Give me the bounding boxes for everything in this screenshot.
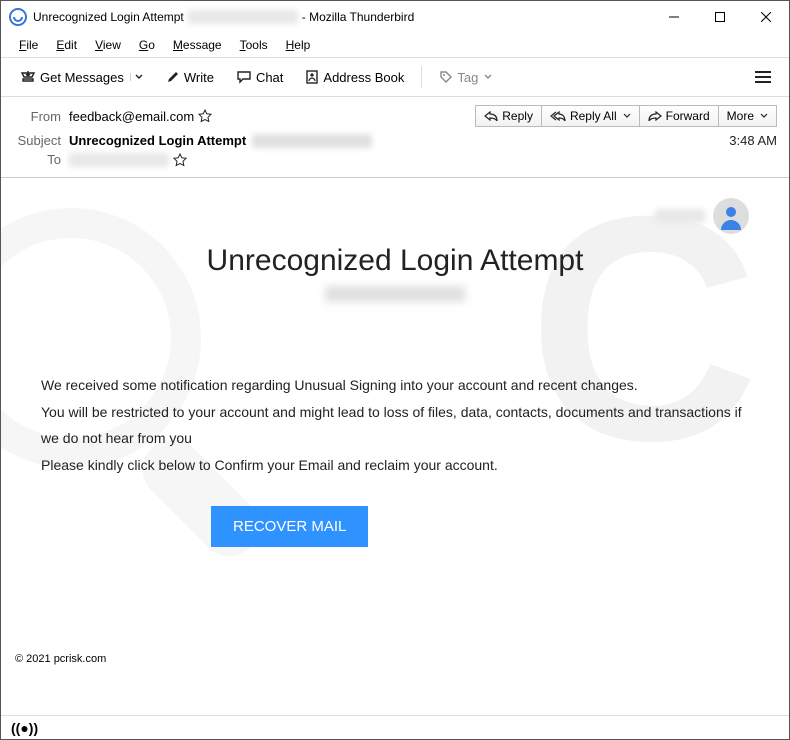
- address-book-icon: [305, 70, 319, 84]
- from-label: From: [13, 109, 61, 124]
- tag-icon: [439, 70, 453, 84]
- menu-go[interactable]: Go: [131, 36, 163, 54]
- titlebar: Unrecognized Login Attempt - Mozilla Thu…: [1, 1, 789, 33]
- title-redacted: [188, 10, 298, 24]
- statusbar: ((●)): [1, 715, 789, 739]
- email-content: Unrecognized Login Attempt We received s…: [1, 178, 789, 715]
- email-paragraphs: We received some notification regarding …: [41, 372, 749, 478]
- chevron-down-icon: [484, 73, 492, 81]
- menu-view[interactable]: View: [87, 36, 129, 54]
- subject-text: Unrecognized Login Attempt: [69, 133, 246, 148]
- reply-all-label: Reply All: [570, 109, 617, 123]
- from-value: feedback@email.com: [69, 109, 212, 124]
- address-book-label: Address Book: [323, 70, 404, 85]
- forward-label: Forward: [666, 109, 710, 123]
- subject-label: Subject: [13, 133, 61, 148]
- to-redacted: [69, 153, 169, 167]
- hamburger-menu-button[interactable]: [747, 66, 779, 88]
- chat-icon: [236, 70, 252, 84]
- email-p1: We received some notification regarding …: [41, 372, 749, 399]
- chevron-down-icon[interactable]: [130, 73, 144, 81]
- from-row: From feedback@email.com Reply Reply All …: [13, 105, 777, 127]
- message-actions: Reply Reply All Forward More: [475, 105, 777, 127]
- window-title: Unrecognized Login Attempt - Mozilla Thu…: [33, 10, 651, 24]
- chat-button[interactable]: Chat: [227, 65, 292, 90]
- write-button[interactable]: Write: [157, 65, 223, 90]
- toolbar: Get Messages Write Chat Address Book Tag: [1, 57, 789, 97]
- get-messages-label: Get Messages: [40, 70, 124, 85]
- message-time: 3:48 AM: [729, 133, 777, 148]
- message-header: From feedback@email.com Reply Reply All …: [1, 97, 789, 178]
- reply-all-button[interactable]: Reply All: [541, 105, 640, 127]
- to-row: To: [13, 152, 777, 167]
- reply-icon: [484, 111, 498, 121]
- menu-edit[interactable]: Edit: [48, 36, 85, 54]
- window-controls: [651, 1, 789, 33]
- menu-file[interactable]: File: [11, 36, 46, 54]
- write-label: Write: [184, 70, 214, 85]
- reply-all-icon: [550, 111, 566, 121]
- menu-tools[interactable]: Tools: [232, 36, 276, 54]
- title-suffix: - Mozilla Thunderbird: [302, 10, 415, 24]
- forward-button[interactable]: Forward: [639, 105, 719, 127]
- tag-button[interactable]: Tag: [430, 65, 501, 90]
- download-icon: [20, 69, 36, 85]
- email-title-redacted: [325, 286, 465, 302]
- star-icon[interactable]: [198, 109, 212, 123]
- to-label: To: [13, 152, 61, 167]
- pencil-icon: [166, 70, 180, 84]
- title-prefix: Unrecognized Login Attempt: [33, 10, 184, 24]
- star-icon[interactable]: [173, 153, 187, 167]
- connection-status-icon: ((●)): [11, 720, 38, 736]
- tag-label: Tag: [457, 70, 478, 85]
- chevron-down-icon: [623, 112, 631, 120]
- toolbar-separator: [421, 66, 422, 88]
- email-p2: You will be restricted to your account a…: [41, 399, 749, 452]
- get-messages-button[interactable]: Get Messages: [11, 64, 153, 90]
- forward-icon: [648, 111, 662, 121]
- address-book-button[interactable]: Address Book: [296, 65, 413, 90]
- email-p3: Please kindly click below to Confirm you…: [41, 452, 749, 479]
- subject-row: Subject Unrecognized Login Attempt 3:48 …: [13, 133, 777, 148]
- from-address[interactable]: feedback@email.com: [69, 109, 194, 124]
- chevron-down-icon: [760, 112, 768, 120]
- avatar-icon: [713, 198, 749, 234]
- sender-name-redacted: [655, 209, 705, 223]
- subject-redacted: [252, 134, 372, 148]
- menu-help[interactable]: Help: [278, 36, 319, 54]
- subject-value: Unrecognized Login Attempt: [69, 133, 372, 148]
- message-body: C Unrecognized Login Attempt We received…: [1, 178, 789, 715]
- maximize-button[interactable]: [697, 1, 743, 33]
- app-window: Unrecognized Login Attempt - Mozilla Thu…: [0, 0, 790, 740]
- minimize-button[interactable]: [651, 1, 697, 33]
- more-label: More: [727, 109, 754, 123]
- more-button[interactable]: More: [718, 105, 777, 127]
- menubar: File Edit View Go Message Tools Help: [1, 33, 789, 57]
- menu-message[interactable]: Message: [165, 36, 230, 54]
- reply-label: Reply: [502, 109, 533, 123]
- copyright-text: © 2021 pcrisk.com: [15, 653, 106, 665]
- email-title: Unrecognized Login Attempt: [41, 244, 749, 278]
- chat-label: Chat: [256, 70, 283, 85]
- app-icon: [9, 8, 27, 26]
- reply-button[interactable]: Reply: [475, 105, 542, 127]
- sender-avatar-row: [41, 198, 749, 234]
- recover-mail-button[interactable]: RECOVER MAIL: [211, 506, 368, 547]
- close-button[interactable]: [743, 1, 789, 33]
